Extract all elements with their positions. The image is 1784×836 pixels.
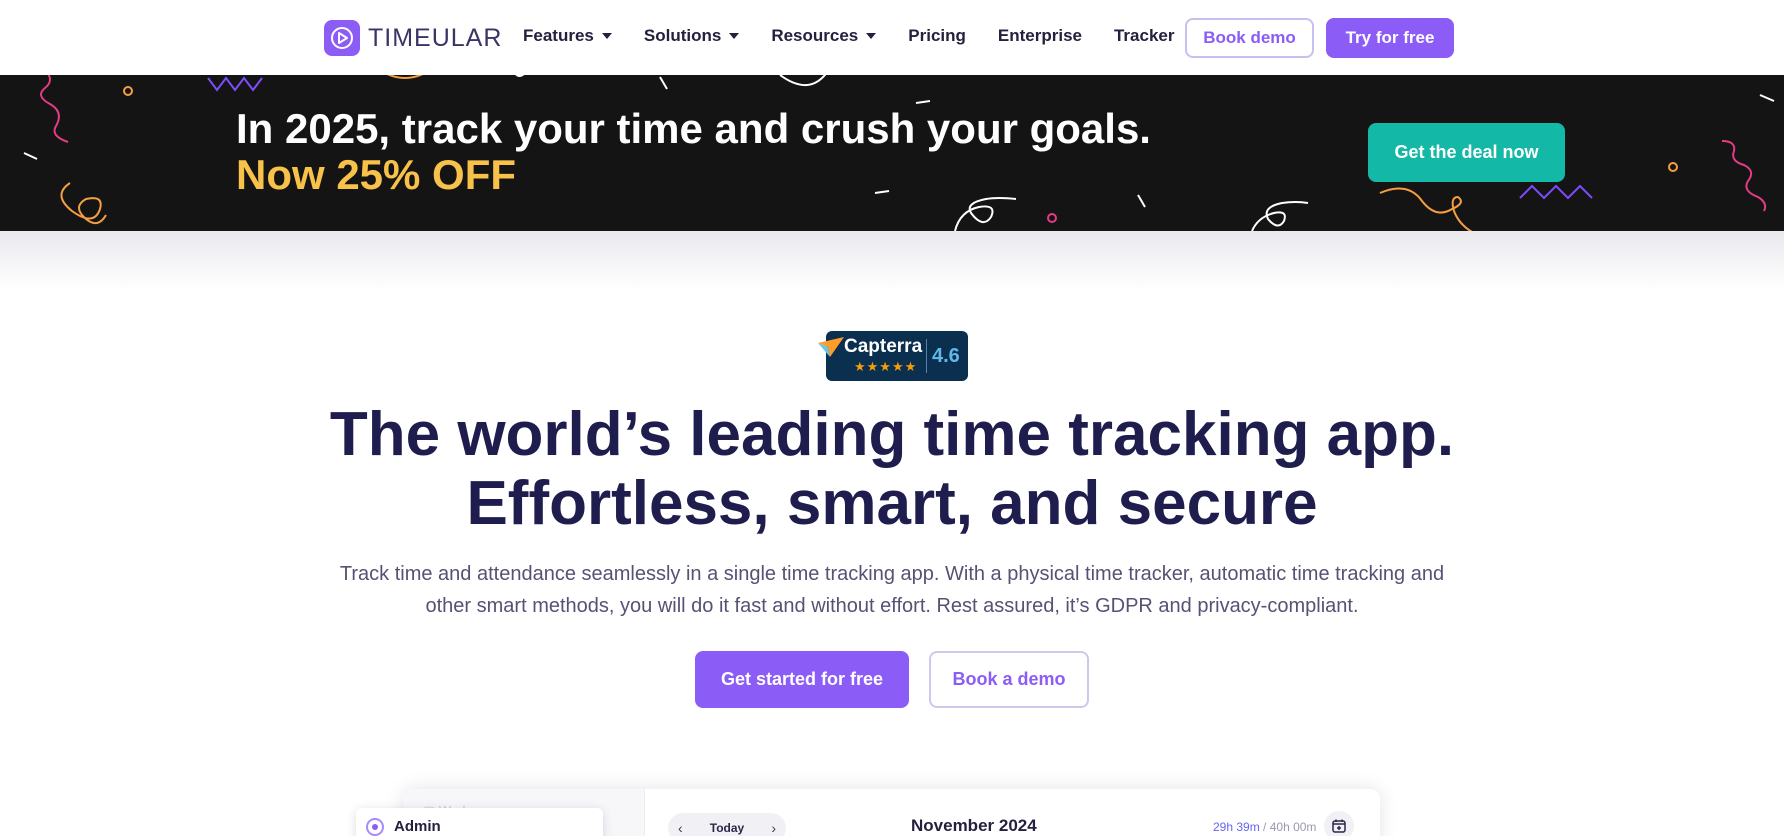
- banner-headline-line1: In 2025, track your time and crush your …: [236, 105, 1151, 152]
- workspace-selector[interactable]: Admin: [356, 808, 603, 836]
- workspace-name: Admin: [394, 818, 441, 835]
- get-started-button[interactable]: Get started for free: [695, 651, 909, 708]
- chevron-left-icon[interactable]: ‹: [678, 820, 683, 836]
- capterra-arrow-icon: [818, 337, 844, 357]
- tracked-time: 29h 39m: [1213, 820, 1260, 834]
- hero-subtitle: Track time and attendance seamlessly in …: [339, 563, 1445, 617]
- try-for-free-button[interactable]: Try for free: [1326, 18, 1454, 58]
- date-navigator: ‹ Today ›: [668, 813, 786, 836]
- nav-solutions-label: Solutions: [643, 26, 722, 45]
- target-time: / 40h 00m: [1263, 820, 1317, 834]
- nav-solutions[interactable]: Solutions: [643, 26, 740, 46]
- banner-discount-text: Now 25% OFF: [236, 151, 517, 198]
- nav-pricing[interactable]: Pricing: [908, 26, 966, 46]
- book-a-demo-button[interactable]: Book a demo: [929, 651, 1089, 708]
- chevron-down-icon: [601, 33, 612, 39]
- main-menu: Features Solutions Resources Pricing Ent…: [523, 26, 1206, 46]
- banner-shadow: [0, 231, 1784, 291]
- workspace-icon: [366, 818, 384, 836]
- nav-features[interactable]: Features: [523, 26, 612, 46]
- chevron-right-icon[interactable]: ›: [771, 820, 776, 836]
- hero-title: The world’s leading time tracking app. E…: [0, 400, 1784, 538]
- nav-enterprise[interactable]: Enterprise: [998, 26, 1082, 46]
- nav-features-label: Features: [523, 26, 594, 45]
- capterra-score: 4.6: [932, 345, 960, 367]
- promo-banner: In 2025, track your time and crush your …: [0, 75, 1784, 231]
- nav-resources-label: Resources: [771, 26, 859, 45]
- nav-enterprise-label: Enterprise: [997, 26, 1082, 45]
- hero-title-line1: The world’s leading time tracking app.: [329, 400, 1455, 469]
- logo-icon: [324, 20, 360, 56]
- get-deal-button[interactable]: Get the deal now: [1368, 123, 1565, 182]
- capterra-name: Capterra: [844, 336, 923, 357]
- nav-tracker-label: Tracker: [1113, 26, 1175, 45]
- star-rating-icons: ★★★★★: [854, 359, 918, 374]
- chevron-down-icon: [729, 33, 740, 39]
- logo-wordmark: TIMEULAR: [368, 23, 503, 52]
- hero-title-line2: Effortless, smart, and secure: [466, 469, 1318, 538]
- tracked-hours: 29h 39m / 40h 00m: [1213, 820, 1316, 834]
- calendar-add-icon[interactable]: [1324, 811, 1354, 836]
- today-button[interactable]: Today: [710, 821, 744, 835]
- banner-headline: In 2025, track your time and crush your …: [236, 106, 1151, 198]
- chevron-down-icon: [866, 33, 877, 39]
- badge-divider: [926, 339, 927, 373]
- book-demo-button[interactable]: Book demo: [1185, 18, 1314, 58]
- nav-tracker[interactable]: Tracker: [1114, 26, 1175, 46]
- top-navigation: TIMEULAR Features Solutions Resources Pr…: [0, 0, 1784, 75]
- nav-pricing-label: Pricing: [908, 26, 966, 45]
- current-month: November 2024: [911, 816, 1037, 835]
- timeular-logo[interactable]: TIMEULAR: [324, 20, 502, 56]
- nav-resources[interactable]: Resources: [771, 26, 877, 46]
- capterra-rating-badge[interactable]: Capterra ★★★★★ 4.6: [816, 331, 968, 381]
